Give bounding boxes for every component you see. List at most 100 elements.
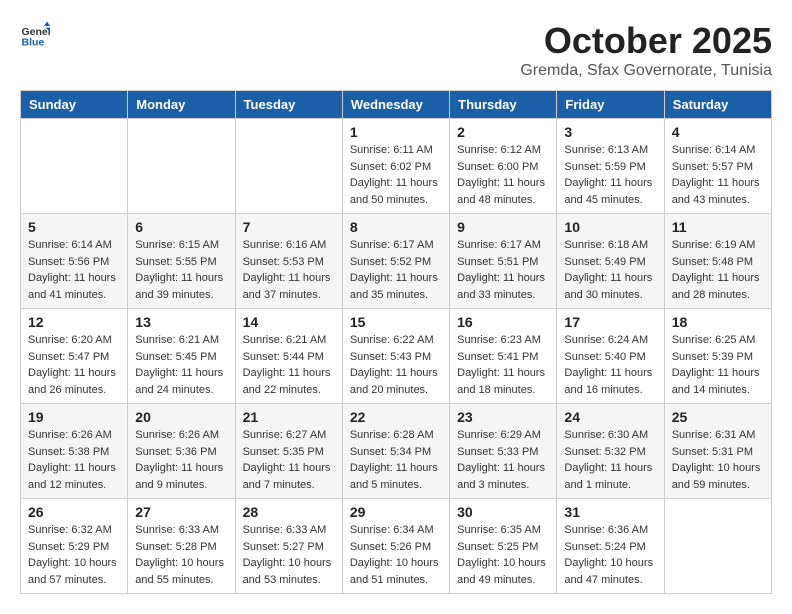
calendar-cell: 7Sunrise: 6:16 AMSunset: 5:53 PMDaylight… [235, 214, 342, 309]
calendar-cell: 16 Sunrise: 6:23 AMSunset: 5:41 PMDayligh… [450, 309, 557, 404]
day-info: Sunrise: 6:16 AMSunset: 5:53 PMDaylight:… [243, 237, 335, 303]
day-info: Sunrise: 6:17 AMSunset: 5:52 PMDaylight:… [350, 237, 442, 303]
calendar-cell: 9Sunrise: 6:17 AMSunset: 5:51 PMDaylight… [450, 214, 557, 309]
day-info: Sunrise: 6:26 AMSunset: 5:38 PMDaylight:… [28, 427, 120, 493]
day-number: 16 [457, 314, 549, 330]
calendar-cell: 19 Sunrise: 6:26 AMSunset: 5:38 PMDayligh… [21, 404, 128, 499]
calendar-cell [128, 119, 235, 214]
day-number: 18 [672, 314, 764, 330]
day-number: 1 [350, 124, 442, 140]
calendar-cell: 20Sunrise: 6:26 AMSunset: 5:36 PMDayligh… [128, 404, 235, 499]
day-info: Sunrise: 6:36 AMSunset: 5:24 PMDaylight:… [564, 522, 656, 588]
calendar-cell: 5 Sunrise: 6:14 AMSunset: 5:56 PMDaylight… [21, 214, 128, 309]
day-info: Sunrise: 6:27 AMSunset: 5:35 PMDaylight:… [243, 427, 335, 493]
day-info: Sunrise: 6:29 AMSunset: 5:33 PMDaylight:… [457, 427, 549, 493]
day-info: Sunrise: 6:25 AMSunset: 5:39 PMDaylight:… [672, 332, 764, 398]
day-info: Sunrise: 6:21 AMSunset: 5:45 PMDaylight:… [135, 332, 227, 398]
calendar-table: SundayMondayTuesdayWednesdayThursdayFrid… [20, 90, 772, 594]
day-info: Sunrise: 6:15 AMSunset: 5:55 PMDaylight:… [135, 237, 227, 303]
weekday-header: Monday [128, 91, 235, 119]
calendar-week-row: 26 Sunrise: 6:32 AMSunset: 5:29 PMDayligh… [21, 499, 772, 594]
page-header: General Blue October 2025 Gremda, Sfax G… [20, 20, 772, 80]
calendar-cell [664, 499, 771, 594]
day-number: 14 [243, 314, 335, 330]
calendar-cell: 1 Sunrise: 6:11 AMSunset: 6:02 PMDaylight… [342, 119, 449, 214]
day-info: Sunrise: 6:30 AMSunset: 5:32 PMDaylight:… [564, 427, 656, 493]
day-number: 3 [564, 124, 656, 140]
day-number: 21 [243, 409, 335, 425]
day-info: Sunrise: 6:19 AMSunset: 5:48 PMDaylight:… [672, 237, 764, 303]
day-info: Sunrise: 6:34 AMSunset: 5:26 PMDaylight:… [350, 522, 442, 588]
weekday-header: Saturday [664, 91, 771, 119]
calendar-cell: 29 Sunrise: 6:34 AMSunset: 5:26 PMDayligh… [342, 499, 449, 594]
day-info: Sunrise: 6:21 AMSunset: 5:44 PMDaylight:… [243, 332, 335, 398]
title-block: October 2025 Gremda, Sfax Governorate, T… [520, 20, 772, 80]
day-info: Sunrise: 6:14 AMSunset: 5:56 PMDaylight:… [28, 237, 120, 303]
calendar-cell: 3 Sunrise: 6:13 AMSunset: 5:59 PMDaylight… [557, 119, 664, 214]
day-number: 19 [28, 409, 120, 425]
day-info: Sunrise: 6:28 AMSunset: 5:34 PMDaylight:… [350, 427, 442, 493]
calendar-cell: 8 Sunrise: 6:17 AMSunset: 5:52 PMDaylight… [342, 214, 449, 309]
calendar-cell: 18 Sunrise: 6:25 AMSunset: 5:39 PMDayligh… [664, 309, 771, 404]
day-number: 8 [350, 219, 442, 235]
calendar-cell: 25 Sunrise: 6:31 AMSunset: 5:31 PMDayligh… [664, 404, 771, 499]
weekday-header: Sunday [21, 91, 128, 119]
day-info: Sunrise: 6:13 AMSunset: 5:59 PMDaylight:… [564, 142, 656, 208]
day-info: Sunrise: 6:23 AMSunset: 5:41 PMDaylight:… [457, 332, 549, 398]
weekday-header: Friday [557, 91, 664, 119]
day-number: 10 [564, 219, 656, 235]
day-number: 17 [564, 314, 656, 330]
svg-text:Blue: Blue [22, 37, 45, 49]
calendar-cell: 22 Sunrise: 6:28 AMSunset: 5:34 PMDayligh… [342, 404, 449, 499]
logo: General Blue [20, 20, 50, 50]
calendar-cell [235, 119, 342, 214]
calendar-cell: 23 Sunrise: 6:29 AMSunset: 5:33 PMDayligh… [450, 404, 557, 499]
day-info: Sunrise: 6:33 AMSunset: 5:28 PMDaylight:… [135, 522, 227, 588]
day-info: Sunrise: 6:11 AMSunset: 6:02 PMDaylight:… [350, 142, 442, 208]
day-info: Sunrise: 6:26 AMSunset: 5:36 PMDaylight:… [135, 427, 227, 493]
day-number: 27 [135, 504, 227, 520]
day-number: 5 [28, 219, 120, 235]
day-number: 30 [457, 504, 549, 520]
day-number: 11 [672, 219, 764, 235]
day-number: 28 [243, 504, 335, 520]
day-number: 15 [350, 314, 442, 330]
calendar-header-row: SundayMondayTuesdayWednesdayThursdayFrid… [21, 91, 772, 119]
calendar-cell [21, 119, 128, 214]
day-number: 6 [135, 219, 227, 235]
calendar-cell: 6 Sunrise: 6:15 AMSunset: 5:55 PMDaylight… [128, 214, 235, 309]
calendar-cell: 24 Sunrise: 6:30 AMSunset: 5:32 PMDayligh… [557, 404, 664, 499]
month-title: October 2025 [520, 20, 772, 62]
calendar-cell: 4Sunrise: 6:14 AMSunset: 5:57 PMDaylight… [664, 119, 771, 214]
calendar-cell: 12Sunrise: 6:20 AMSunset: 5:47 PMDayligh… [21, 309, 128, 404]
day-number: 23 [457, 409, 549, 425]
calendar-cell: 21 Sunrise: 6:27 AMSunset: 5:35 PMDayligh… [235, 404, 342, 499]
day-number: 9 [457, 219, 549, 235]
calendar-cell: 26 Sunrise: 6:32 AMSunset: 5:29 PMDayligh… [21, 499, 128, 594]
day-info: Sunrise: 6:18 AMSunset: 5:49 PMDaylight:… [564, 237, 656, 303]
day-number: 13 [135, 314, 227, 330]
calendar-week-row: 5 Sunrise: 6:14 AMSunset: 5:56 PMDaylight… [21, 214, 772, 309]
calendar-cell: 28 Sunrise: 6:33 AMSunset: 5:27 PMDayligh… [235, 499, 342, 594]
day-number: 25 [672, 409, 764, 425]
day-number: 22 [350, 409, 442, 425]
day-info: Sunrise: 6:32 AMSunset: 5:29 PMDaylight:… [28, 522, 120, 588]
calendar-week-row: 19 Sunrise: 6:26 AMSunset: 5:38 PMDayligh… [21, 404, 772, 499]
day-info: Sunrise: 6:22 AMSunset: 5:43 PMDaylight:… [350, 332, 442, 398]
calendar-cell: 27 Sunrise: 6:33 AMSunset: 5:28 PMDayligh… [128, 499, 235, 594]
day-number: 24 [564, 409, 656, 425]
calendar-week-row: 1 Sunrise: 6:11 AMSunset: 6:02 PMDaylight… [21, 119, 772, 214]
calendar-cell: 10 Sunrise: 6:18 AMSunset: 5:49 PMDayligh… [557, 214, 664, 309]
logo-icon: General Blue [20, 20, 50, 50]
calendar-cell: 31 Sunrise: 6:36 AMSunset: 5:24 PMDayligh… [557, 499, 664, 594]
calendar-cell: 30Sunrise: 6:35 AMSunset: 5:25 PMDayligh… [450, 499, 557, 594]
weekday-header: Tuesday [235, 91, 342, 119]
day-info: Sunrise: 6:31 AMSunset: 5:31 PMDaylight:… [672, 427, 764, 493]
day-info: Sunrise: 6:24 AMSunset: 5:40 PMDaylight:… [564, 332, 656, 398]
day-number: 26 [28, 504, 120, 520]
day-number: 31 [564, 504, 656, 520]
calendar-cell: 14 Sunrise: 6:21 AMSunset: 5:44 PMDayligh… [235, 309, 342, 404]
day-number: 29 [350, 504, 442, 520]
day-info: Sunrise: 6:12 AMSunset: 6:00 PMDaylight:… [457, 142, 549, 208]
day-info: Sunrise: 6:33 AMSunset: 5:27 PMDaylight:… [243, 522, 335, 588]
